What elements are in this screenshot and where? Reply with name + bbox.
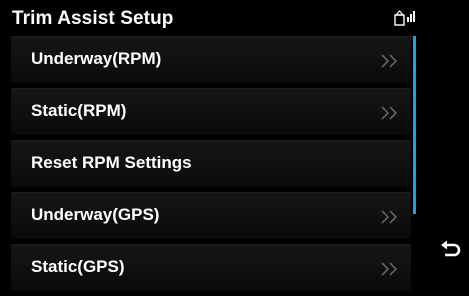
double-chevron-right-icon bbox=[381, 106, 398, 120]
menu-item-label: Underway(RPM) bbox=[31, 49, 162, 68]
menu-item-static-gps[interactable]: Static(GPS) bbox=[11, 244, 411, 291]
menu-item-label: Underway(GPS) bbox=[31, 205, 160, 224]
double-chevron-right-icon bbox=[381, 210, 398, 224]
menu-list: Underway(RPM) Static(RPM) Reset RPM Sett… bbox=[11, 36, 411, 296]
signal-icon bbox=[394, 10, 415, 26]
menu-item-underway-gps[interactable]: Underway(GPS) bbox=[11, 192, 411, 239]
header-bar: Trim Assist Setup bbox=[0, 0, 469, 36]
menu-item-label: Reset RPM Settings bbox=[31, 153, 192, 172]
scrollbar[interactable] bbox=[413, 36, 416, 214]
double-chevron-right-icon bbox=[381, 262, 398, 276]
menu-item-label: Static(RPM) bbox=[31, 101, 127, 120]
menu-item-static-rpm[interactable]: Static(RPM) bbox=[11, 88, 411, 135]
double-chevron-right-icon bbox=[381, 54, 398, 68]
menu-item-reset-rpm-settings[interactable]: Reset RPM Settings bbox=[11, 140, 411, 187]
menu-item-label: Static(GPS) bbox=[31, 257, 125, 276]
menu-item-underway-rpm[interactable]: Underway(RPM) bbox=[11, 36, 411, 83]
page-title: Trim Assist Setup bbox=[12, 8, 174, 29]
back-arrow-icon[interactable] bbox=[440, 239, 462, 261]
